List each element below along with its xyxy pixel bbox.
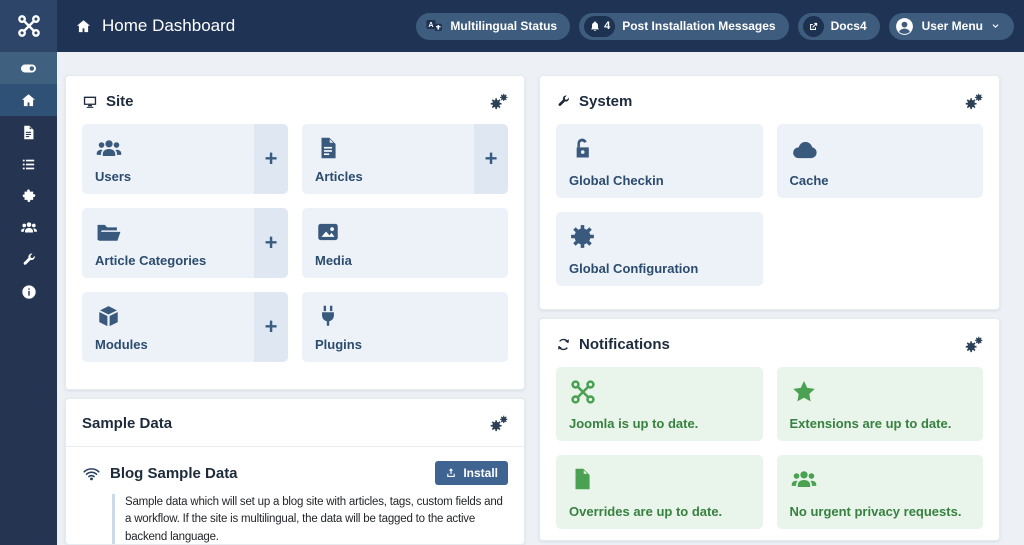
notifications-panel-title: Notifications: [556, 336, 670, 353]
page-title: Home Dashboard: [102, 16, 235, 36]
notification-joomla-update[interactable]: Joomla is up to date.: [556, 367, 763, 441]
add-module-button[interactable]: +: [254, 292, 288, 362]
home-icon: [20, 92, 37, 109]
users-icon: [95, 135, 242, 163]
file-icon: [569, 466, 750, 492]
sample-data-panel: Sample Data Blog Sample Data Install Sam…: [65, 398, 525, 545]
messages-count-badge: 4: [604, 20, 610, 32]
quickicon-article-categories[interactable]: Article Categories +: [82, 208, 288, 278]
blog-sample-data-item: Blog Sample Data Install Sample data whi…: [82, 447, 508, 545]
multilingual-status-label: Multilingual Status: [450, 19, 557, 33]
cloud-icon: [790, 135, 971, 165]
site-settings-cogs-icon[interactable]: [489, 92, 508, 111]
docs-button[interactable]: Docs4: [798, 13, 880, 40]
notification-privacy-requests[interactable]: No urgent privacy requests.: [777, 455, 984, 529]
post-installation-messages-button[interactable]: 4 Post Installation Messages: [579, 13, 789, 40]
language-icon: [425, 17, 443, 35]
sidebar: [0, 52, 57, 545]
system-panel: System Global Checkin Cache Gl: [539, 75, 1000, 310]
home-icon: [75, 18, 92, 35]
notification-overrides[interactable]: Overrides are up to date.: [556, 455, 763, 529]
sidebar-toggle-button[interactable]: [0, 52, 57, 84]
desktop-icon: [82, 94, 98, 110]
add-article-button[interactable]: +: [474, 124, 508, 194]
image-icon: [315, 219, 495, 245]
multilingual-status-button[interactable]: Multilingual Status: [416, 13, 570, 40]
sidebar-item-content[interactable]: [0, 116, 57, 148]
add-category-button[interactable]: +: [254, 208, 288, 278]
top-bar-actions: Multilingual Status 4 Post Installation …: [416, 13, 1024, 40]
system-settings-cogs-icon[interactable]: [964, 92, 983, 111]
quickicon-global-configuration[interactable]: Global Configuration: [556, 212, 763, 286]
sidebar-item-help[interactable]: [0, 276, 57, 308]
folder-open-icon: [95, 219, 242, 247]
quickicon-plugins[interactable]: Plugins: [302, 292, 508, 362]
components-puzzle-icon: [20, 188, 37, 205]
sidebar-item-home[interactable]: [0, 84, 57, 116]
unlock-icon: [569, 135, 750, 162]
notifications-settings-cogs-icon[interactable]: [964, 335, 983, 354]
toggle-menu-icon: [19, 59, 38, 78]
cube-icon: [95, 303, 242, 330]
users-icon: [20, 219, 38, 237]
sidebar-item-components[interactable]: [0, 180, 57, 212]
content-article-icon: [20, 124, 37, 141]
page-title-wrap: Home Dashboard: [57, 16, 235, 36]
quickicon-cache[interactable]: Cache: [777, 124, 984, 198]
joomla-logo: [0, 0, 57, 52]
site-panel-title: Site: [82, 93, 134, 110]
menus-list-icon: [20, 156, 37, 173]
sample-data-title: Sample Data: [82, 415, 172, 432]
sample-data-settings-cogs-icon[interactable]: [489, 414, 508, 433]
bell-icon: [589, 20, 601, 32]
add-user-button[interactable]: +: [254, 124, 288, 194]
help-info-icon: [21, 284, 37, 300]
joomla-icon: [569, 378, 750, 406]
system-panel-title: System: [556, 93, 632, 110]
install-button[interactable]: Install: [435, 461, 508, 485]
external-link-icon: [808, 21, 819, 32]
user-menu-button[interactable]: User Menu: [889, 13, 1014, 40]
quickicon-media[interactable]: Media: [302, 208, 508, 278]
article-icon: [315, 135, 462, 161]
top-bar: Home Dashboard Multilingual Status 4 Pos…: [0, 0, 1024, 52]
blog-sample-data-title: Blog Sample Data: [110, 465, 238, 482]
quickicon-articles[interactable]: Articles +: [302, 124, 508, 194]
main-content: Site Users + Articles +: [57, 52, 1024, 545]
sync-icon: [556, 337, 571, 352]
system-wrench-icon: [21, 252, 37, 268]
users-icon: [790, 466, 971, 494]
upload-icon: [445, 467, 457, 479]
star-icon: [790, 378, 971, 406]
quickicon-global-checkin[interactable]: Global Checkin: [556, 124, 763, 198]
gear-icon: [569, 223, 750, 250]
site-panel: Site Users + Articles +: [65, 75, 525, 390]
docs-label: Docs4: [831, 19, 867, 33]
sidebar-item-system[interactable]: [0, 244, 57, 276]
plug-icon: [315, 303, 495, 329]
post-installation-label: Post Installation Messages: [622, 19, 775, 33]
sidebar-item-menus[interactable]: [0, 148, 57, 180]
wifi-icon: [82, 464, 101, 483]
wrench-icon: [556, 94, 571, 109]
joomla-logo-icon: [16, 13, 42, 39]
quickicon-modules[interactable]: Modules +: [82, 292, 288, 362]
sidebar-item-users[interactable]: [0, 212, 57, 244]
bell-badge: 4: [584, 16, 615, 37]
notifications-panel: Notifications Joomla is up to date. Exte…: [539, 318, 1000, 541]
blog-sample-data-description: Sample data which will set up a blog sit…: [112, 494, 508, 545]
chevron-down-icon: [990, 21, 1001, 32]
external-link-circle: [803, 16, 824, 37]
user-menu-label: User Menu: [922, 19, 983, 33]
quickicon-users[interactable]: Users +: [82, 124, 288, 194]
notification-extensions-update[interactable]: Extensions are up to date.: [777, 367, 984, 441]
user-circle-icon: [894, 16, 915, 37]
